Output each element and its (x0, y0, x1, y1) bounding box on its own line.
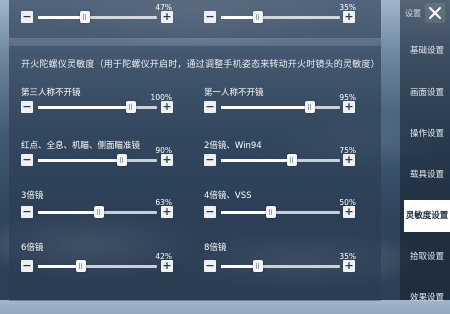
slider-label: 红点、全息、机瞄、侧面瞄准镜 (21, 141, 141, 151)
slider-handle[interactable] (80, 11, 91, 23)
increase-button[interactable]: + (343, 11, 355, 23)
sidebar-item[interactable]: 操作设置 (404, 118, 450, 150)
slider-track[interactable] (38, 101, 157, 113)
increase-button[interactable]: + (343, 260, 355, 272)
slider-fill (38, 106, 131, 109)
slider-fill (38, 265, 82, 268)
increase-button[interactable]: + (343, 154, 355, 166)
section-title: 开火陀螺仪灵敏度（用于陀螺仪开启时，通过调整手机姿态来转动开火时镜头的灵敏度） (21, 60, 380, 70)
slider-fill (38, 159, 123, 162)
slider-label: 8倍镜 (204, 243, 227, 253)
sidebar-item[interactable]: 画面设置 (404, 77, 450, 109)
slider-handle[interactable] (265, 206, 276, 218)
sidebar-item[interactable]: 基础设置 (404, 35, 450, 67)
slider-label: 4倍镜、VSS (204, 191, 252, 201)
slider-track[interactable] (221, 154, 340, 166)
slider-handle[interactable] (287, 154, 298, 166)
slider-track[interactable] (38, 11, 157, 23)
decrease-button[interactable]: − (21, 154, 33, 166)
slider-handle[interactable] (304, 101, 315, 113)
decrease-button[interactable]: − (204, 154, 216, 166)
slider-label: 第三人称不开镜 (21, 88, 81, 98)
decrease-button[interactable]: − (21, 101, 33, 113)
slider-fill (221, 106, 310, 109)
slider-track[interactable] (221, 206, 340, 218)
slider-handle[interactable] (253, 11, 264, 23)
slider-fill (38, 211, 100, 214)
slider-handle[interactable] (253, 260, 264, 272)
sidebar-item[interactable]: 灵敏度设置 (404, 200, 450, 232)
slider-track[interactable] (221, 101, 340, 113)
decrease-button[interactable]: − (21, 260, 33, 272)
slider-handle[interactable] (117, 154, 128, 166)
gyro-fire-sensitivity-section (9, 45, 381, 301)
decrease-button[interactable]: − (21, 206, 33, 218)
decrease-button[interactable]: − (204, 260, 216, 272)
slider-label: 6倍镜 (21, 243, 44, 253)
increase-button[interactable]: + (161, 260, 173, 272)
slider-handle[interactable] (94, 206, 105, 218)
decrease-button[interactable]: − (204, 101, 216, 113)
increase-button[interactable]: + (161, 101, 173, 113)
sidebar-item[interactable]: 效果设置 (404, 282, 450, 314)
sidebar-item[interactable]: 拾取设置 (404, 241, 450, 273)
slider-fill (38, 16, 86, 19)
increase-button[interactable]: + (161, 206, 173, 218)
slider-label: 3倍镜 (21, 191, 44, 201)
slider-label: 2倍镜、Win94 (204, 141, 262, 151)
slider-handle[interactable] (76, 260, 87, 272)
increase-button[interactable]: + (343, 206, 355, 218)
increase-button[interactable]: + (161, 154, 173, 166)
slider-track[interactable] (38, 154, 157, 166)
sidebar-item[interactable]: 载具设置 (404, 159, 450, 191)
slider-fill (221, 211, 271, 214)
slider-fill (221, 159, 293, 162)
slider-handle[interactable] (125, 101, 136, 113)
increase-button[interactable]: + (343, 101, 355, 113)
decrease-button[interactable]: − (21, 11, 33, 23)
slider-track[interactable] (38, 260, 157, 272)
settings-tab-label: 设置 (405, 9, 421, 18)
slider-track[interactable] (221, 260, 340, 272)
slider-track[interactable] (38, 206, 157, 218)
close-button[interactable] (425, 3, 445, 23)
close-icon (429, 7, 441, 19)
increase-button[interactable]: + (161, 11, 173, 23)
decrease-button[interactable]: − (204, 11, 216, 23)
slider-label: 第一人称不开镜 (204, 88, 264, 98)
slider-track[interactable] (221, 11, 340, 23)
decrease-button[interactable]: − (204, 206, 216, 218)
